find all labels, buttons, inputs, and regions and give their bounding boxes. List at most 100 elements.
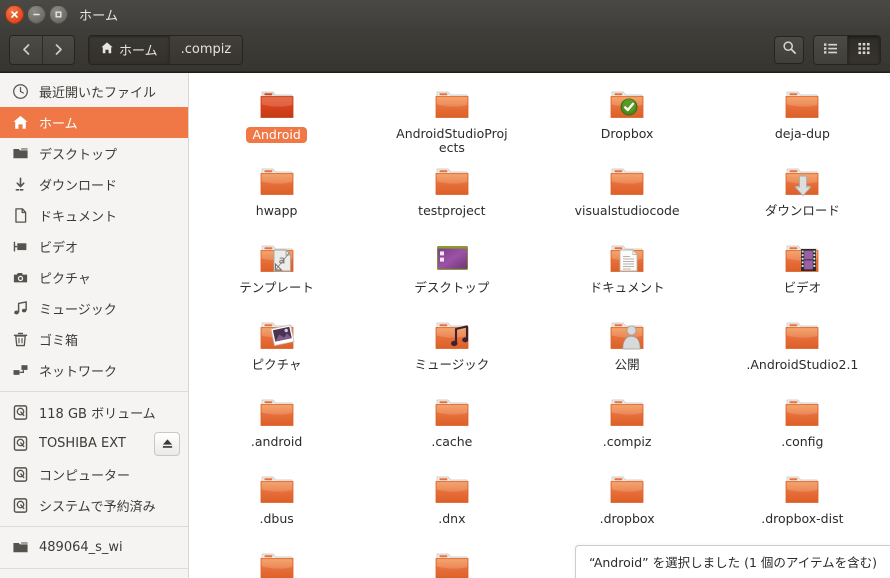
sidebar-item-ドキュメント[interactable]: ドキュメント bbox=[0, 200, 188, 231]
file-item[interactable]: Dropbox bbox=[540, 79, 715, 156]
sidebar-item-最近開いたファイル[interactable]: 最近開いたファイル bbox=[0, 76, 188, 107]
folder-icon bbox=[253, 389, 301, 433]
file-item[interactable]: .config bbox=[715, 387, 890, 464]
sidebar-item-ゴミ箱[interactable]: ゴミ箱 bbox=[0, 324, 188, 355]
sidebar-item-label: システムで予約済み bbox=[39, 500, 156, 515]
download-icon bbox=[11, 176, 29, 194]
file-item[interactable] bbox=[189, 541, 364, 578]
home-icon bbox=[100, 41, 114, 59]
folder-icon bbox=[603, 389, 651, 433]
sidebar-item-ピクチャ[interactable]: ピクチャ bbox=[0, 262, 188, 293]
file-item[interactable]: 公開 bbox=[540, 310, 715, 387]
file-item[interactable]: .dbus bbox=[189, 464, 364, 541]
close-icon[interactable] bbox=[5, 4, 24, 24]
minimize-icon[interactable] bbox=[27, 4, 46, 24]
sidebar-item-デスクトップ[interactable]: デスクトップ bbox=[0, 138, 188, 169]
file-name-label: .config bbox=[781, 434, 824, 449]
file-name-label: ダウンロード bbox=[764, 203, 840, 218]
window-title: ホーム bbox=[79, 8, 119, 24]
sidebar-item-489064_s_wi[interactable]: 489064_s_wi bbox=[0, 532, 188, 563]
file-name-label: 公開 bbox=[614, 357, 640, 372]
status-bar: “Android” を選択しました (1 個のアイテムを含む) bbox=[574, 545, 890, 578]
file-view[interactable]: Android AndroidStudioProjects Dropbox deja-… bbox=[189, 73, 890, 578]
file-name-label: ミュージック bbox=[414, 357, 490, 372]
file-item[interactable]: a テンプレート bbox=[189, 233, 364, 310]
breadcrumb-item-home[interactable]: ホーム bbox=[89, 35, 169, 64]
sidebar-item-コンピューター[interactable]: コンピューター bbox=[0, 459, 188, 490]
folder-icon bbox=[253, 158, 301, 202]
file-name-label: AndroidStudioProjects bbox=[396, 126, 508, 155]
sidebar-item-label: ホーム bbox=[39, 117, 78, 132]
sidebar-item-label: ピクチャ bbox=[39, 272, 91, 287]
file-name-label: ドキュメント bbox=[589, 280, 665, 295]
file-item[interactable]: visualstudiocode bbox=[540, 156, 715, 233]
sidebar-item-toshiba-ext[interactable]: TOSHIBA EXT bbox=[0, 428, 188, 459]
grid-view-icon bbox=[857, 40, 871, 59]
folder-icon bbox=[603, 81, 651, 125]
sidebar-item-ネットワーク[interactable]: ネットワーク bbox=[0, 355, 188, 386]
camera-icon bbox=[11, 269, 29, 287]
sidebar-item-118-gb-ボリューム[interactable]: 118 GB ボリューム bbox=[0, 397, 188, 428]
breadcrumb: ホーム .compiz bbox=[88, 34, 244, 65]
file-item[interactable]: .dnx bbox=[364, 464, 539, 541]
file-item[interactable]: .compiz bbox=[540, 387, 715, 464]
file-item[interactable]: testproject bbox=[364, 156, 539, 233]
back-button[interactable] bbox=[10, 35, 42, 64]
drive-icon bbox=[11, 435, 29, 453]
sidebar-item-label: ネットワーク bbox=[39, 365, 118, 380]
maximize-icon[interactable] bbox=[49, 4, 68, 24]
file-name-label: Dropbox bbox=[600, 126, 654, 141]
sidebar-item-ダウンロード[interactable]: ダウンロード bbox=[0, 169, 188, 200]
folder-icon bbox=[778, 312, 826, 356]
file-item[interactable]: deja-dup bbox=[715, 79, 890, 156]
file-item[interactable]: ミュージック bbox=[364, 310, 539, 387]
list-view-button[interactable] bbox=[814, 35, 847, 64]
folder-icon bbox=[603, 158, 651, 202]
eject-button[interactable] bbox=[154, 431, 180, 456]
file-item[interactable]: hwapp bbox=[189, 156, 364, 233]
file-name-label: testproject bbox=[418, 203, 486, 218]
file-item[interactable]: .dropbox bbox=[540, 464, 715, 541]
sidebar-item-システムで予約済み[interactable]: システムで予約済み bbox=[0, 490, 188, 521]
forward-button[interactable] bbox=[42, 35, 74, 64]
sidebar-item-label: TOSHIBA EXT bbox=[39, 436, 126, 451]
sidebar-item-ビデオ[interactable]: ビデオ bbox=[0, 231, 188, 262]
folder-icon bbox=[603, 235, 651, 279]
breadcrumb-item-compiz[interactable]: .compiz bbox=[168, 35, 243, 64]
folder-icon bbox=[778, 389, 826, 433]
file-item[interactable]: Android bbox=[189, 79, 364, 156]
sidebar-separator bbox=[0, 391, 188, 392]
file-item[interactable]: デスクトップ bbox=[364, 233, 539, 310]
file-item[interactable]: ドキュメント bbox=[540, 233, 715, 310]
file-name-label: テンプレート bbox=[239, 280, 314, 295]
file-item[interactable]: ビデオ bbox=[715, 233, 890, 310]
breadcrumb-label: ホーム bbox=[119, 44, 158, 59]
file-item[interactable]: ダウンロード bbox=[715, 156, 890, 233]
file-item[interactable] bbox=[364, 541, 539, 578]
drive-icon bbox=[11, 404, 29, 422]
folder-icon bbox=[253, 466, 301, 510]
folder-icon bbox=[11, 539, 29, 557]
file-item[interactable]: .dropbox-dist bbox=[715, 464, 890, 541]
search-button[interactable] bbox=[774, 35, 804, 64]
search-icon bbox=[782, 40, 797, 59]
file-name-label: visualstudiocode bbox=[574, 203, 680, 218]
file-item[interactable]: ピクチャ bbox=[189, 310, 364, 387]
sidebar-item-ホーム[interactable]: ホーム bbox=[0, 107, 188, 138]
sidebar-item-label: ダウンロード bbox=[39, 179, 118, 194]
file-item[interactable]: .cache bbox=[364, 387, 539, 464]
window-body: 最近開いたファイル ホーム デスクトップ ダウンロード ドキュメント ビデオ ピクチャ ミュー… bbox=[0, 72, 890, 578]
clock-icon bbox=[11, 83, 29, 101]
file-item[interactable]: AndroidStudioProjects bbox=[364, 79, 539, 156]
window-controls bbox=[5, 4, 68, 24]
sidebar-item-サーバーへ接続[interactable]: サーバーへ接続 bbox=[0, 574, 188, 578]
file-item[interactable]: .AndroidStudio2.1 bbox=[715, 310, 890, 387]
folder-icon bbox=[428, 312, 476, 356]
folder-icon bbox=[428, 543, 476, 578]
sidebar-item-ミュージック[interactable]: ミュージック bbox=[0, 293, 188, 324]
file-name-label: .cache bbox=[431, 434, 473, 449]
file-name-label: .AndroidStudio2.1 bbox=[746, 357, 859, 372]
file-item[interactable]: .android bbox=[189, 387, 364, 464]
file-name-label: デスクトップ bbox=[414, 280, 490, 295]
grid-view-button[interactable] bbox=[847, 35, 880, 64]
